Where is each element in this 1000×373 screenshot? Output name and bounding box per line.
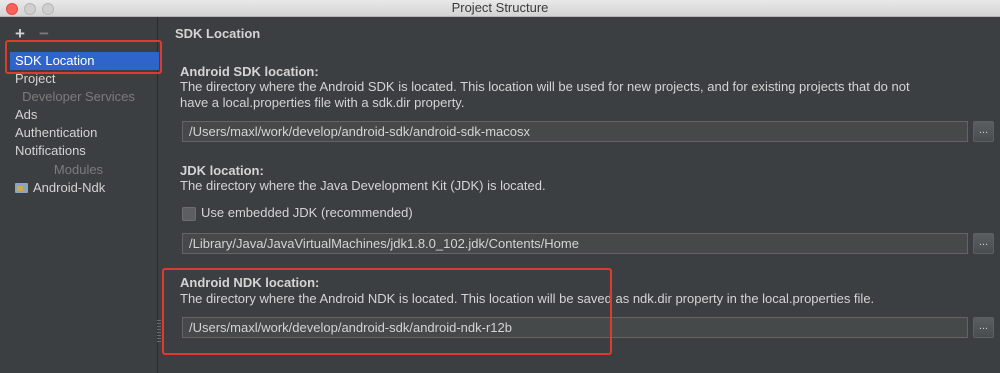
use-embedded-jdk-checkbox[interactable]: [182, 207, 196, 221]
sdk-section-description-line1: The directory where the Android SDK is l…: [180, 79, 910, 94]
ndk-browse-button[interactable]: ...: [973, 317, 994, 338]
sdk-section-title: Android SDK location:: [180, 64, 319, 79]
use-embedded-jdk-label[interactable]: Use embedded JDK (recommended): [201, 205, 413, 220]
sidebar-item-ads[interactable]: Ads: [15, 106, 37, 124]
ndk-highlight-box: [162, 268, 612, 355]
jdk-browse-button[interactable]: ...: [973, 233, 994, 254]
sidebar-header-modules: Modules: [53, 162, 104, 177]
sidebar-item-label: Android-Ndk: [33, 180, 106, 195]
jdk-section-description: The directory where the Java Development…: [180, 178, 546, 193]
module-folder-icon: [15, 183, 28, 193]
sdk-location-input[interactable]: /Users/maxl/work/develop/android-sdk/and…: [182, 121, 968, 142]
sidebar-item-android-ndk[interactable]: Android-Ndk: [15, 179, 105, 197]
sidebar-header-developer-services: Developer Services: [22, 89, 135, 104]
jdk-location-input[interactable]: /Library/Java/JavaVirtualMachines/jdk1.8…: [182, 233, 968, 254]
page-title: SDK Location: [175, 26, 261, 41]
window-title: Project Structure: [451, 0, 549, 15]
sdk-section-description-line2: have a local.properties file with a sdk.…: [180, 95, 465, 110]
sidebar-item-authentication[interactable]: Authentication: [15, 124, 97, 142]
sdk-browse-button[interactable]: ...: [973, 121, 994, 142]
sidebar-item-notifications[interactable]: Notifications: [15, 142, 86, 160]
window-titlebar: Project Structure: [0, 0, 1000, 17]
jdk-section-title: JDK location:: [180, 163, 264, 178]
sidebar-highlight-box: [5, 40, 162, 74]
